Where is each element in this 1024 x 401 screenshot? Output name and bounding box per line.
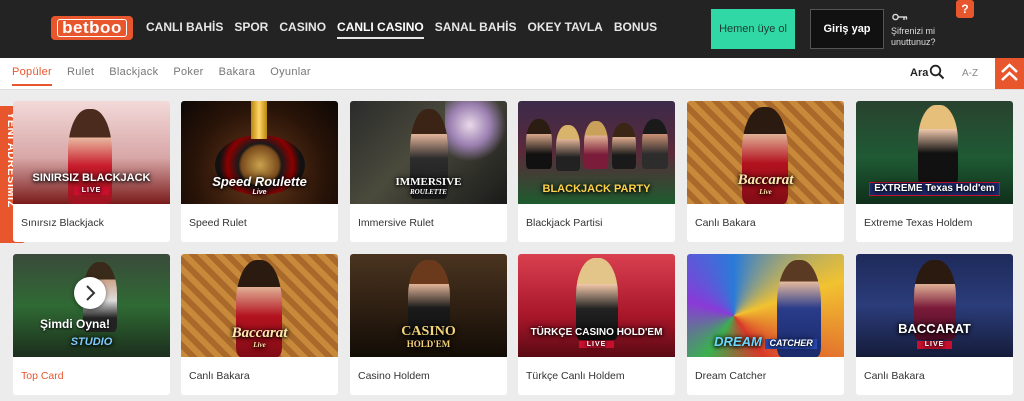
game-card-speed-rulet[interactable]: Speed Roulette Live Speed Rulet xyxy=(181,101,338,242)
search-label[interactable]: Ara xyxy=(910,67,928,79)
game-title: Speed Rulet xyxy=(189,217,247,229)
game-thumbnail: BACCARAT LIVE xyxy=(856,254,1013,357)
thumb-title: STUDIO xyxy=(70,336,113,349)
game-title: Top Card xyxy=(21,370,64,382)
chevron-right-icon xyxy=(86,285,96,301)
game-card-casino-holdem[interactable]: CASINO HOLD'EM Casino Holdem xyxy=(350,254,507,395)
game-card-canli-bakara-3[interactable]: BACCARAT LIVE Canlı Bakara xyxy=(856,254,1013,395)
game-thumbnail: TÜRKÇE CASINO HOLD'EM LIVE xyxy=(518,254,675,357)
game-title: Immersive Rulet xyxy=(358,217,434,229)
thumb-subtitle: Live xyxy=(252,188,267,196)
game-thumbnail: Speed Roulette Live xyxy=(181,101,338,204)
live-badge: LIVE xyxy=(73,187,110,195)
tab-bakara[interactable]: Bakara xyxy=(219,66,256,86)
double-chevron-up-icon xyxy=(1001,63,1018,81)
tab-populer[interactable]: Popüler xyxy=(12,66,53,86)
game-card-immersive-rulet[interactable]: IMMERSIVE ROULETTE Immersive Rulet xyxy=(350,101,507,242)
thumb-title: SINIRSIZ BLACKJACK xyxy=(32,171,151,184)
thumb-subtitle: ROULETTE xyxy=(410,187,447,196)
nav-okey-tavla[interactable]: OKEY TAVLA xyxy=(528,20,603,39)
thumb-subtitle: HOLD'EM xyxy=(406,338,451,349)
top-header: betboo CANLI BAHİS SPOR CASINO CANLI CAS… xyxy=(0,0,1024,58)
main-nav: CANLI BAHİS SPOR CASINO CANLI CASINO SAN… xyxy=(146,20,668,39)
game-title: Dream Catcher xyxy=(695,370,767,382)
game-card-dream-catcher[interactable]: DREAM CATCHER Dream Catcher xyxy=(687,254,844,395)
betboo-logo[interactable]: betboo xyxy=(51,16,133,40)
game-card-extreme-texas-holdem[interactable]: EXTREME Texas Hold'em Extreme Texas Hold… xyxy=(856,101,1013,242)
nav-spor[interactable]: SPOR xyxy=(234,20,268,39)
thumb-title: BACCARAT xyxy=(898,320,971,336)
live-badge: LIVE xyxy=(578,340,615,348)
login-button[interactable]: Giriş yap xyxy=(810,9,884,49)
nav-sanal-bahis[interactable]: SANAL BAHİS xyxy=(435,20,517,39)
game-title: Sınırsız Blackjack xyxy=(21,217,104,229)
game-card-canli-bakara[interactable]: Baccarat Live Canlı Bakara xyxy=(687,101,844,242)
game-title: Türkçe Canlı Holdem xyxy=(526,370,625,382)
game-thumbnail: SINIRSIZ BLACKJACK LIVE xyxy=(13,101,170,204)
tab-oyunlar[interactable]: Oyunlar xyxy=(270,66,311,86)
thumb-title: CASINO xyxy=(401,323,456,339)
game-thumbnail: DREAM CATCHER xyxy=(687,254,844,357)
game-thumbnail: Baccarat Live xyxy=(687,101,844,204)
game-thumbnail: EXTREME Texas Hold'em xyxy=(856,101,1013,204)
logo-text: betboo xyxy=(57,19,127,37)
thumb-subtitle: Live xyxy=(759,187,772,196)
help-button[interactable]: ? xyxy=(956,0,974,18)
nav-casino[interactable]: CASINO xyxy=(279,20,326,39)
game-title: Extreme Texas Holdem xyxy=(864,217,973,229)
nav-canli-bahis[interactable]: CANLI BAHİS xyxy=(146,20,223,39)
live-badge: LIVE xyxy=(916,341,953,349)
tab-poker[interactable]: Poker xyxy=(173,66,203,86)
register-button[interactable]: Hemen üye ol xyxy=(711,9,795,49)
thumb-subtitle: CATCHER xyxy=(765,338,817,349)
thumb-title: BLACKJACK PARTY xyxy=(542,183,651,196)
game-title: Casino Holdem xyxy=(358,370,430,382)
game-title: Canlı Bakara xyxy=(189,370,250,382)
nav-bonus[interactable]: BONUS xyxy=(614,20,657,39)
game-thumbnail: Baccarat Live xyxy=(181,254,338,357)
game-title: Canlı Bakara xyxy=(695,217,756,229)
forgot-password-link[interactable]: Şifrenizi mi unuttunuz? xyxy=(891,26,951,48)
thumb-title: TÜRKÇE CASINO HOLD'EM xyxy=(530,327,663,338)
category-tabs: Popüler Rulet Blackjack Poker Bakara Oyu… xyxy=(12,66,326,86)
play-now-label[interactable]: Şimdi Oyna! xyxy=(40,317,110,331)
thumb-title: IMMERSIVE xyxy=(395,176,462,189)
key-icon xyxy=(892,13,908,21)
thumb-title: Baccarat xyxy=(737,171,794,188)
thumb-title: Baccarat xyxy=(231,324,288,341)
game-card-sinirsiz-blackjack[interactable]: SINIRSIZ BLACKJACK LIVE Sınırsız Blackja… xyxy=(13,101,170,242)
forgot-line-2: unuttunuz? xyxy=(891,37,936,47)
thumb-subtitle: Live xyxy=(253,340,266,349)
scroll-top-button[interactable] xyxy=(995,58,1024,89)
tab-rulet[interactable]: Rulet xyxy=(67,66,94,86)
forgot-line-1: Şifrenizi mi xyxy=(891,26,936,36)
game-card-blackjack-partisi[interactable]: BLACKJACK PARTY Blackjack Partisi xyxy=(518,101,675,242)
thumb-title: DREAM xyxy=(714,334,762,350)
game-card-turkce-canli-holdem[interactable]: TÜRKÇE CASINO HOLD'EM LIVE Türkçe Canlı … xyxy=(518,254,675,395)
thumb-title: Speed Roulette xyxy=(212,174,307,190)
thumb-title: EXTREME Texas Hold'em xyxy=(869,181,1000,196)
nav-canli-casino[interactable]: CANLI CASINO xyxy=(337,20,424,39)
game-title: Canlı Bakara xyxy=(864,370,925,382)
game-card-canli-bakara-2[interactable]: Baccarat Live Canlı Bakara xyxy=(181,254,338,395)
game-thumbnail: CASINO HOLD'EM xyxy=(350,254,507,357)
tab-blackjack[interactable]: Blackjack xyxy=(109,66,158,86)
sort-az-button[interactable]: A-Z xyxy=(962,68,978,79)
game-title: Blackjack Partisi xyxy=(526,217,603,229)
category-bar: Popüler Rulet Blackjack Poker Bakara Oyu… xyxy=(0,58,1024,90)
next-slide-button[interactable] xyxy=(74,277,106,309)
game-thumbnail: IMMERSIVE ROULETTE xyxy=(350,101,507,204)
game-thumbnail: BLACKJACK PARTY xyxy=(518,101,675,204)
search-icon[interactable] xyxy=(929,64,945,80)
